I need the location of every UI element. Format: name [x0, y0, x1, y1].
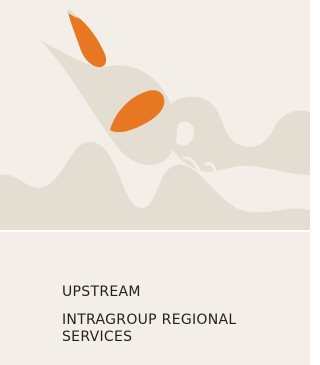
service-card[interactable]: UPSTREAM INTRAGROUP REGIONAL SERVICES: [0, 0, 310, 365]
category-label: UPSTREAM: [62, 284, 141, 300]
card-title[interactable]: INTRAGROUP REGIONAL SERVICES: [62, 312, 292, 346]
abstract-illustration-icon: [0, 9, 310, 230]
card-illustration: [0, 0, 310, 230]
card-caption: UPSTREAM INTRAGROUP REGIONAL SERVICES: [0, 230, 310, 365]
